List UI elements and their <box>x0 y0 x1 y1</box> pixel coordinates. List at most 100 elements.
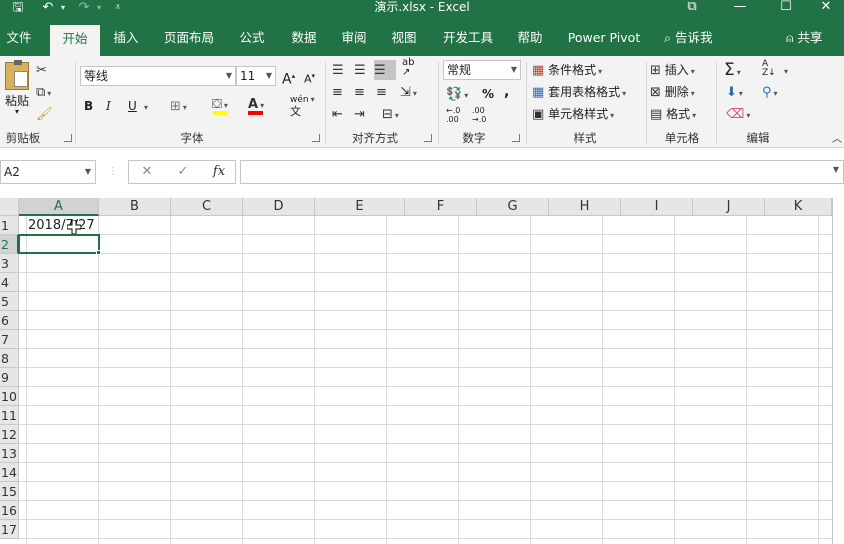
confirm-entry-button[interactable]: ✓ <box>165 161 201 183</box>
format-painter-button[interactable]: 🖌 <box>36 104 58 124</box>
row-header-13[interactable]: 13 <box>0 444 19 463</box>
minimize-button[interactable]: — <box>718 0 762 16</box>
increase-indent-button[interactable]: ⇥ <box>354 104 372 124</box>
align-middle-button[interactable]: ☰ <box>354 60 372 80</box>
underline-button[interactable]: U <box>128 96 142 116</box>
collapse-ribbon-icon[interactable]: ︿ <box>832 130 844 150</box>
borders-button[interactable]: ⊞ ▾ <box>170 96 196 116</box>
tab-page-layout[interactable]: 页面布局 <box>158 24 220 56</box>
increase-font-button[interactable]: A▴ <box>282 66 298 88</box>
row-header-1[interactable]: 1 <box>0 216 19 235</box>
align-left-button[interactable]: ≡ <box>332 82 350 102</box>
row-header-3[interactable]: 3 <box>0 254 19 273</box>
row-header-4[interactable]: 4 <box>0 273 19 292</box>
vertical-scroll-edge[interactable] <box>832 198 844 544</box>
column-header-j[interactable]: J <box>693 198 765 216</box>
column-header-h[interactable]: H <box>549 198 621 216</box>
column-header-a[interactable]: A <box>19 198 99 216</box>
row-header-5[interactable]: 5 <box>0 292 19 311</box>
delete-cells-button[interactable]: ⊠ 删除 ▾ <box>650 82 714 102</box>
font-color-button[interactable]: A ▾ <box>248 94 278 115</box>
active-cell-a2[interactable] <box>18 234 100 254</box>
fill-handle[interactable] <box>96 250 101 255</box>
format-cells-button[interactable]: ▤ 格式 ▾ <box>650 104 714 124</box>
column-header-g[interactable]: G <box>477 198 549 216</box>
row-header-10[interactable]: 10 <box>0 387 19 406</box>
cancel-entry-button[interactable]: ✕ <box>129 161 165 183</box>
column-header-b[interactable]: B <box>99 198 171 216</box>
select-all-corner[interactable] <box>0 198 19 216</box>
share-button[interactable]: ⍝ 共享 <box>786 24 823 52</box>
cell-area[interactable] <box>19 216 832 544</box>
merge-center-button[interactable]: ⊟ ▾ <box>382 104 412 124</box>
row-header-11[interactable]: 11 <box>0 406 19 425</box>
tab-home[interactable]: 开始 <box>50 25 100 56</box>
expand-formula-icon[interactable]: ▼ <box>833 165 839 174</box>
align-top-button[interactable]: ☰ <box>332 60 350 80</box>
tab-insert[interactable]: 插入 <box>104 24 148 56</box>
row-header-2[interactable]: 2 <box>0 235 19 254</box>
row-header-14[interactable]: 14 <box>0 463 19 482</box>
format-as-table-button[interactable]: ▦ 套用表格格式 ▾ <box>532 82 642 102</box>
alignment-launcher-icon[interactable] <box>424 134 432 142</box>
tab-power-pivot[interactable]: Power Pivot <box>562 24 646 56</box>
percent-button[interactable]: % <box>482 84 496 104</box>
copy-button[interactable]: ⧉ ▾ <box>36 82 66 102</box>
cut-button[interactable]: ✂ <box>36 60 58 80</box>
row-header-6[interactable]: 6 <box>0 311 19 330</box>
row-header-17[interactable]: 17 <box>0 520 19 539</box>
fill-color-button[interactable]: ⛋ ▾ <box>212 94 242 115</box>
insert-function-button[interactable]: fx <box>201 161 237 183</box>
column-header-f[interactable]: F <box>405 198 477 216</box>
sort-filter-dropdown-icon[interactable]: ▾ <box>782 60 792 80</box>
align-right-button[interactable]: ≡ <box>376 82 394 102</box>
increase-decimal-button[interactable]: ←.0.00 <box>446 106 466 126</box>
worksheet-grid[interactable]: A B C D E F G H I J K 1 2 3 4 5 6 7 8 9 … <box>0 198 844 544</box>
decrease-font-button[interactable]: A▾ <box>304 66 320 86</box>
formula-input[interactable]: ▼ <box>240 160 844 184</box>
font-launcher-icon[interactable] <box>312 134 320 142</box>
bold-button[interactable]: B <box>84 96 98 116</box>
tab-formulas[interactable]: 公式 <box>230 24 274 56</box>
row-header-16[interactable]: 16 <box>0 501 19 520</box>
phonetic-button[interactable]: wén ▾ 文 <box>290 94 320 117</box>
column-header-e[interactable]: E <box>315 198 405 216</box>
tab-view[interactable]: 视图 <box>382 24 426 56</box>
tell-me-search[interactable]: ⌕ 告诉我 <box>664 24 713 52</box>
column-header-k[interactable]: K <box>765 198 832 216</box>
paste-button[interactable]: 粘贴 ▾ <box>2 60 32 116</box>
row-header-12[interactable]: 12 <box>0 425 19 444</box>
column-header-i[interactable]: I <box>621 198 693 216</box>
align-center-button[interactable]: ≡ <box>354 82 372 102</box>
underline-dropdown-icon[interactable]: ▾ <box>142 96 152 116</box>
clipboard-launcher-icon[interactable] <box>64 134 72 142</box>
ribbon-display-options-icon[interactable]: ⧉ <box>670 0 714 16</box>
italic-button[interactable]: I <box>106 96 120 116</box>
row-header-15[interactable]: 15 <box>0 482 19 501</box>
number-launcher-icon[interactable] <box>512 134 520 142</box>
font-size-combo[interactable]: 11 ▼ <box>236 66 276 86</box>
fill-button[interactable]: ⬇ ▾ <box>726 82 756 102</box>
autosum-button[interactable]: Σ ▾ <box>724 60 758 80</box>
cell-styles-button[interactable]: ▣ 单元格样式 ▾ <box>532 104 642 124</box>
tab-help[interactable]: 帮助 <box>508 24 552 56</box>
wrap-orientation-button[interactable]: ab ↗ <box>402 58 420 78</box>
decrease-indent-button[interactable]: ⇤ <box>332 104 350 124</box>
cell-a1[interactable]: 2018/7/27 <box>28 217 95 235</box>
row-header-8[interactable]: 8 <box>0 349 19 368</box>
column-header-c[interactable]: C <box>171 198 243 216</box>
formula-bar-grip[interactable]: ⋮ <box>108 162 118 182</box>
number-format-combo[interactable]: 常规 ▼ <box>443 60 521 80</box>
wrap-text-button[interactable]: ⇲ ▾ <box>400 82 428 102</box>
column-a-cells[interactable] <box>19 216 99 544</box>
decrease-decimal-button[interactable]: .00 →.0 <box>472 106 492 126</box>
row-header-9[interactable]: 9 <box>0 368 19 387</box>
maximize-button[interactable]: ☐ <box>764 0 808 16</box>
column-header-d[interactable]: D <box>243 198 315 216</box>
conditional-formatting-button[interactable]: ▦ 条件格式 ▾ <box>532 60 642 80</box>
name-box[interactable]: A2 ▼ <box>0 160 96 184</box>
accounting-format-button[interactable]: 💱 ▾ <box>446 84 476 104</box>
tab-data[interactable]: 数据 <box>282 24 326 56</box>
align-bottom-button[interactable]: ☰ <box>374 60 396 80</box>
comma-style-button[interactable]: , <box>504 82 514 102</box>
